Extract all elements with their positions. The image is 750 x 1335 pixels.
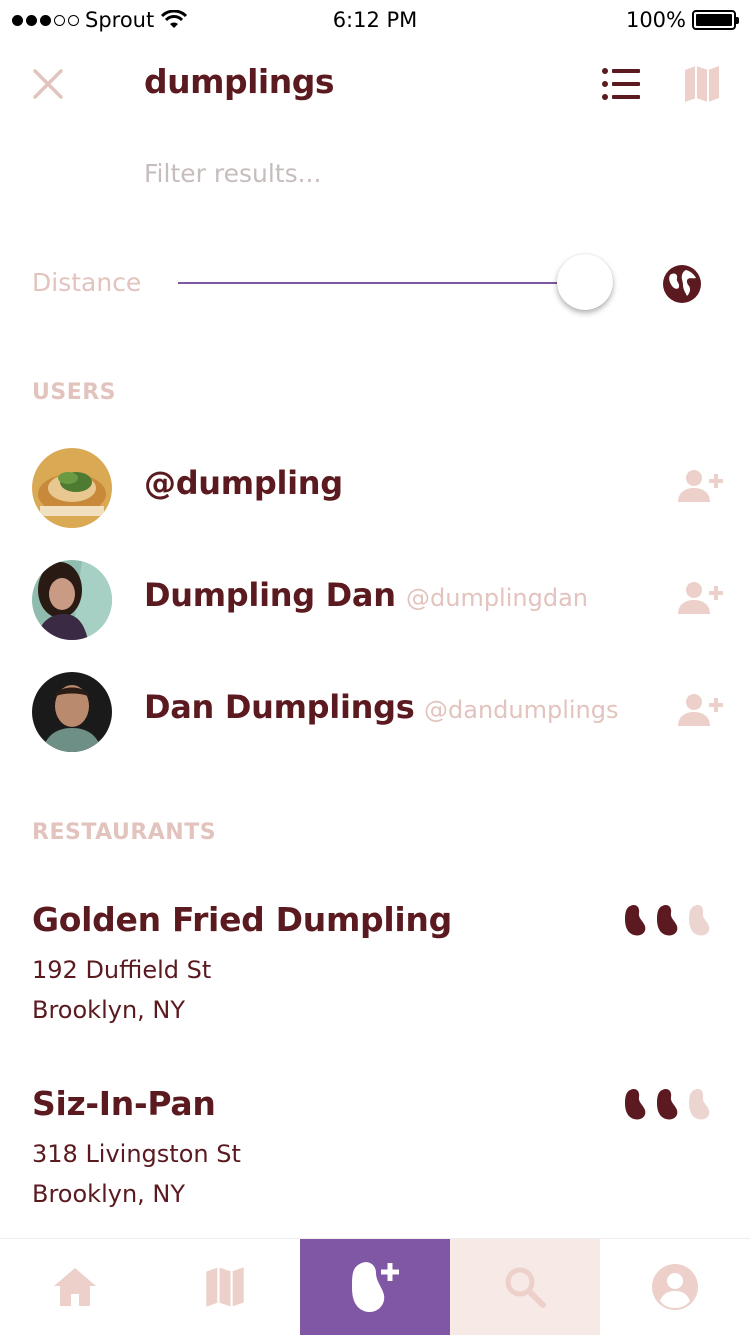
avatar bbox=[32, 672, 112, 752]
battery-group: 100% bbox=[625, 8, 739, 32]
profile-icon bbox=[652, 1264, 698, 1310]
users-section-title: USERS bbox=[32, 380, 117, 405]
user-name: @dumpling bbox=[144, 464, 343, 502]
add-friend-button[interactable] bbox=[676, 578, 726, 618]
user-handle: @dandumplings bbox=[424, 696, 619, 724]
user-row[interactable]: Dumpling Dan @dumplingdan bbox=[0, 552, 750, 652]
close-button[interactable] bbox=[28, 64, 68, 104]
close-icon bbox=[33, 69, 63, 99]
restaurant-address-line1: 192 Duffield St bbox=[32, 956, 212, 984]
user-handle: @dumplingdan bbox=[406, 584, 588, 612]
restaurant-address-line1: 318 Livingston St bbox=[32, 1140, 241, 1168]
home-icon bbox=[54, 1268, 96, 1306]
list-view-button[interactable] bbox=[600, 66, 644, 102]
bean-empty-icon bbox=[689, 1088, 710, 1120]
bean-filled-icon bbox=[657, 1088, 678, 1120]
bean-empty-icon bbox=[689, 904, 710, 936]
restaurant-address-line2: Brooklyn, NY bbox=[32, 1180, 186, 1208]
restaurant-name: Siz-In-Pan bbox=[32, 1084, 216, 1123]
tab-map[interactable] bbox=[150, 1239, 300, 1335]
user-row[interactable]: Dan Dumplings @dandumplings bbox=[0, 664, 750, 764]
tab-search[interactable] bbox=[450, 1239, 600, 1335]
map-view-icon bbox=[685, 66, 719, 102]
restaurant-address-line2: Brooklyn, NY bbox=[32, 996, 186, 1024]
add-friend-button[interactable] bbox=[676, 466, 726, 506]
user-name: Dumpling Dan bbox=[144, 576, 396, 614]
add-bean-icon bbox=[352, 1262, 399, 1313]
bean-filled-icon bbox=[625, 1088, 646, 1120]
page-title: dumplings bbox=[144, 62, 335, 101]
map-icon bbox=[206, 1267, 244, 1307]
distance-label: Distance bbox=[32, 268, 142, 297]
restaurant-row[interactable]: Golden Fried Dumpling 192 Duffield St Br… bbox=[0, 900, 750, 1050]
map-view-button[interactable] bbox=[682, 64, 722, 104]
list-view-icon bbox=[602, 68, 640, 100]
avatar bbox=[32, 448, 112, 528]
search-icon bbox=[505, 1267, 546, 1308]
user-name: Dan Dumplings bbox=[144, 688, 415, 726]
bean-rating bbox=[624, 1088, 712, 1120]
bean-filled-icon bbox=[657, 904, 678, 936]
status-bar: Sprout 6:12 PM 100% bbox=[0, 0, 750, 40]
tab-bar bbox=[0, 1238, 750, 1335]
user-row[interactable]: @dumpling bbox=[0, 440, 750, 540]
add-user-icon bbox=[678, 470, 723, 502]
globe-button[interactable] bbox=[660, 262, 704, 306]
avatar bbox=[32, 560, 112, 640]
add-user-icon bbox=[678, 582, 723, 614]
add-friend-button[interactable] bbox=[676, 690, 726, 730]
distance-slider-track[interactable] bbox=[178, 282, 578, 284]
restaurants-section-title: RESTAURANTS bbox=[32, 820, 217, 845]
add-user-icon bbox=[678, 694, 723, 726]
tab-home[interactable] bbox=[0, 1239, 150, 1335]
globe-icon bbox=[663, 265, 701, 303]
battery-icon bbox=[692, 10, 739, 30]
battery-percent: 100% bbox=[625, 8, 686, 32]
filter-input[interactable] bbox=[144, 150, 704, 196]
tab-profile[interactable] bbox=[600, 1239, 750, 1335]
bean-filled-icon bbox=[625, 904, 646, 936]
restaurant-row[interactable]: Siz-In-Pan 318 Livingston St Brooklyn, N… bbox=[0, 1084, 750, 1234]
restaurant-name: Golden Fried Dumpling bbox=[32, 900, 452, 939]
tab-add-bean[interactable] bbox=[300, 1239, 450, 1335]
bean-rating bbox=[624, 904, 712, 936]
distance-slider-knob[interactable] bbox=[557, 254, 613, 310]
